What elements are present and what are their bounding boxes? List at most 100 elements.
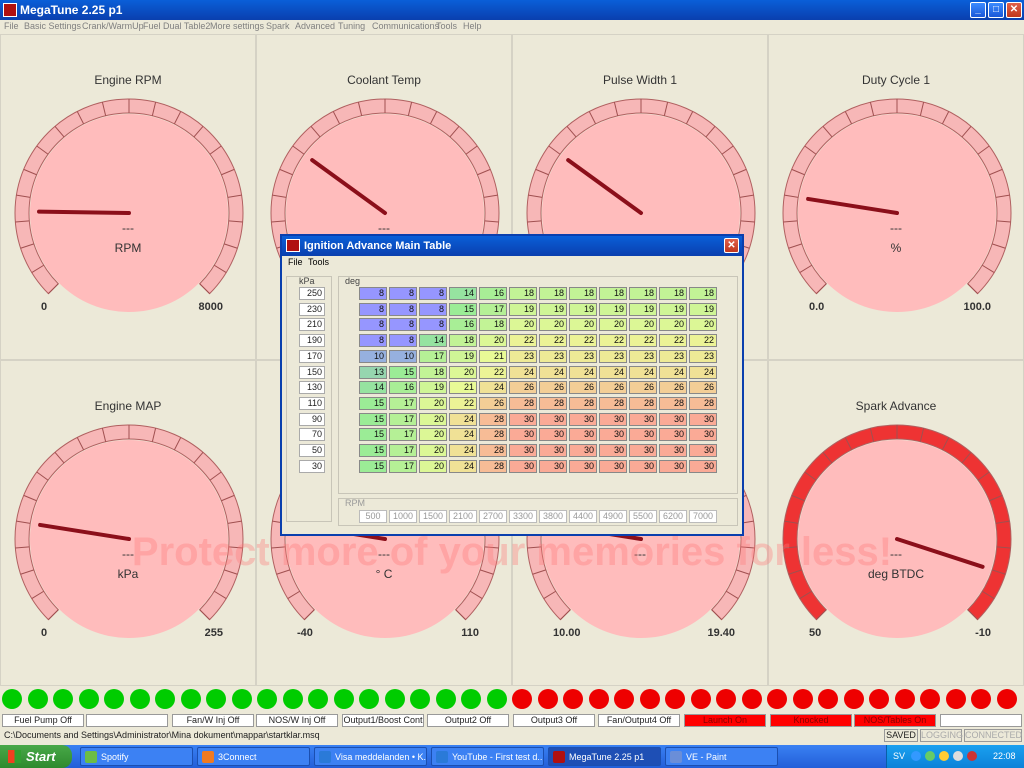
menu-spark[interactable]: Spark — [266, 21, 290, 31]
advance-table-cell[interactable]: 23 — [659, 349, 687, 363]
advance-table-cell[interactable]: 8 — [419, 287, 447, 300]
rpm-cell[interactable]: 5500 — [629, 510, 657, 523]
menu-crank-warmup[interactable]: Crank/WarmUp — [82, 21, 144, 31]
kpa-cell[interactable]: 210 — [299, 318, 325, 332]
advance-table-cell[interactable]: 8 — [389, 302, 417, 316]
advance-table-cell[interactable]: 20 — [419, 412, 447, 426]
advance-table-cell[interactable]: 30 — [539, 412, 567, 426]
advance-table-cell[interactable]: 30 — [659, 428, 687, 442]
advance-table-cell[interactable]: 16 — [479, 287, 507, 300]
dialog-close-button[interactable]: ✕ — [724, 238, 739, 253]
menu-fuel-dual-table2[interactable]: Fuel Dual Table2 — [143, 21, 210, 31]
advance-table-cell[interactable]: 8 — [359, 287, 387, 300]
advance-table-cell[interactable]: 17 — [389, 396, 417, 410]
advance-table-cell[interactable]: 19 — [419, 381, 447, 395]
advance-table-cell[interactable]: 24 — [449, 444, 477, 457]
rpm-cell[interactable]: 3300 — [509, 510, 537, 523]
rpm-cell[interactable]: 6200 — [659, 510, 687, 523]
advance-table-cell[interactable]: 24 — [449, 428, 477, 442]
advance-table-cell[interactable]: 22 — [539, 334, 567, 348]
advance-table-cell[interactable]: 30 — [509, 428, 537, 442]
advance-table-cell[interactable]: 20 — [419, 428, 447, 442]
kpa-cell[interactable]: 190 — [299, 334, 325, 348]
advance-table-cell[interactable]: 30 — [689, 412, 717, 426]
maximize-button[interactable]: □ — [988, 2, 1004, 18]
kpa-cell[interactable]: 150 — [299, 365, 325, 379]
kpa-cell[interactable]: 130 — [299, 381, 325, 395]
advance-table-cell[interactable]: 8 — [389, 334, 417, 348]
advance-table-cell[interactable]: 30 — [509, 444, 537, 457]
menu-advanced[interactable]: Advanced — [295, 21, 335, 31]
advance-table-cell[interactable]: 24 — [509, 365, 537, 379]
advance-table-cell[interactable]: 18 — [629, 287, 657, 300]
advance-table-cell[interactable]: 20 — [419, 459, 447, 473]
advance-table-cell[interactable]: 30 — [629, 459, 657, 473]
advance-table-cell[interactable]: 8 — [389, 318, 417, 332]
advance-table-cell[interactable]: 22 — [449, 396, 477, 410]
advance-table-cell[interactable]: 17 — [389, 412, 417, 426]
advance-table-cell[interactable]: 17 — [389, 428, 417, 442]
taskbar-button[interactable]: MegaTune 2.25 p1 — [548, 747, 661, 766]
advance-table-cell[interactable]: 20 — [659, 318, 687, 332]
advance-table-cell[interactable]: 30 — [509, 459, 537, 473]
advance-table-cell[interactable]: 30 — [539, 459, 567, 473]
advance-table-cell[interactable]: 30 — [689, 428, 717, 442]
advance-table-cell[interactable]: 22 — [689, 334, 717, 348]
tray-network-icon[interactable] — [911, 751, 921, 761]
advance-table-cell[interactable]: 22 — [629, 334, 657, 348]
kpa-cell[interactable]: 70 — [299, 428, 325, 442]
advance-table-cell[interactable]: 30 — [689, 444, 717, 457]
advance-table-cell[interactable]: 23 — [569, 349, 597, 363]
taskbar-button[interactable]: VE - Paint — [665, 747, 778, 766]
advance-table-cell[interactable]: 24 — [599, 365, 627, 379]
advance-table-cell[interactable]: 30 — [629, 428, 657, 442]
advance-table-cell[interactable]: 8 — [359, 318, 387, 332]
advance-table-cell[interactable]: 18 — [479, 318, 507, 332]
advance-table-cell[interactable]: 30 — [569, 428, 597, 442]
kpa-cell[interactable]: 230 — [299, 302, 325, 316]
rpm-cell[interactable]: 3800 — [539, 510, 567, 523]
advance-table-cell[interactable]: 22 — [509, 334, 537, 348]
advance-table-cell[interactable]: 20 — [449, 365, 477, 379]
advance-table-cell[interactable]: 28 — [479, 444, 507, 457]
advance-table-cell[interactable]: 19 — [659, 302, 687, 316]
advance-table-cell[interactable]: 30 — [539, 444, 567, 457]
advance-table-cell[interactable]: 19 — [689, 302, 717, 316]
advance-table-cell[interactable]: 16 — [449, 318, 477, 332]
advance-table-cell[interactable]: 23 — [689, 349, 717, 363]
advance-table-cell[interactable]: 28 — [659, 396, 687, 410]
advance-table-cell[interactable]: 18 — [569, 287, 597, 300]
tray-security-icon[interactable] — [925, 751, 935, 761]
rpm-cell[interactable]: 1000 — [389, 510, 417, 523]
advance-table-cell[interactable]: 19 — [539, 302, 567, 316]
advance-table-cell[interactable]: 14 — [449, 287, 477, 300]
advance-table-cell[interactable]: 20 — [689, 318, 717, 332]
advance-table-cell[interactable]: 15 — [359, 412, 387, 426]
advance-table-cell[interactable]: 20 — [419, 396, 447, 410]
advance-table-cell[interactable]: 24 — [449, 459, 477, 473]
advance-table-cell[interactable]: 22 — [479, 365, 507, 379]
menu-tools[interactable]: Tools — [436, 21, 457, 31]
advance-table-cell[interactable]: 28 — [539, 396, 567, 410]
advance-table-cell[interactable]: 17 — [419, 349, 447, 363]
advance-table-cell[interactable]: 26 — [569, 381, 597, 395]
advance-table-cell[interactable]: 28 — [479, 459, 507, 473]
advance-table-cell[interactable]: 24 — [449, 412, 477, 426]
advance-table-cell[interactable]: 15 — [359, 396, 387, 410]
advance-table-cell[interactable]: 30 — [659, 459, 687, 473]
kpa-cell[interactable]: 170 — [299, 349, 325, 363]
advance-table-cell[interactable]: 30 — [599, 412, 627, 426]
advance-table-cell[interactable]: 13 — [359, 365, 387, 379]
advance-table-cell[interactable]: 19 — [509, 302, 537, 316]
advance-table-cell[interactable]: 23 — [509, 349, 537, 363]
advance-table-cell[interactable]: 15 — [449, 302, 477, 316]
advance-table-cell[interactable]: 24 — [479, 381, 507, 395]
advance-table-cell[interactable]: 8 — [359, 302, 387, 316]
advance-table-cell[interactable]: 20 — [539, 318, 567, 332]
advance-table-cell[interactable]: 19 — [629, 302, 657, 316]
advance-table-cell[interactable]: 26 — [599, 381, 627, 395]
menu-tuning[interactable]: Tuning — [338, 21, 365, 31]
advance-table-cell[interactable]: 18 — [659, 287, 687, 300]
rpm-cell[interactable]: 7000 — [689, 510, 717, 523]
start-button[interactable]: Start — [0, 745, 72, 768]
